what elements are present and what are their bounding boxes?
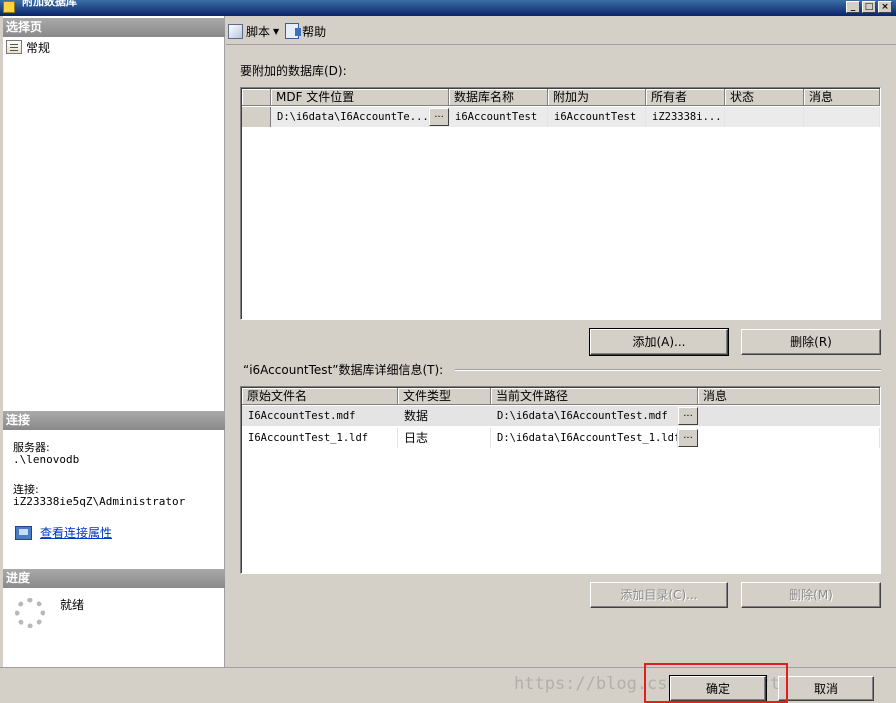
remove-database-button[interactable]: 删除(R): [741, 329, 881, 355]
add-database-button[interactable]: 添加(A)...: [589, 328, 729, 356]
message-cell: [804, 107, 880, 127]
connection-properties-icon: [15, 525, 32, 540]
column-header-message[interactable]: 消息: [698, 388, 880, 405]
column-header-attach-as[interactable]: 附加为: [548, 89, 646, 106]
help-icon: [285, 23, 302, 39]
app-icon: [3, 1, 15, 13]
browse-file-path-button[interactable]: ...: [678, 407, 698, 425]
browse-file-path-button[interactable]: ...: [678, 429, 698, 447]
page-icon: [6, 40, 22, 54]
column-header-message[interactable]: 消息: [804, 89, 880, 106]
original-file-name-cell[interactable]: I6AccountTest_1.ldf: [242, 428, 398, 448]
status-cell: [725, 107, 804, 127]
message-cell: [698, 428, 880, 448]
column-header-database-name[interactable]: 数据库名称: [449, 89, 548, 106]
column-header-current-file-path[interactable]: 当前文件路径: [491, 388, 698, 405]
progress-spinner-icon: [15, 598, 45, 628]
nav-item-label: 常规: [26, 40, 51, 55]
current-file-path-cell[interactable]: D:\i6data\I6AccountTest.mdf: [491, 406, 678, 426]
connection-value: iZ23338ie5qZ\Administrator: [13, 495, 186, 508]
details-group-line: [455, 369, 881, 370]
message-cell: [698, 406, 880, 426]
database-details-grid: 原始文件名 文件类型 当前文件路径 消息 I6AccountTest.mdf 数…: [240, 386, 881, 574]
progress-header: 进度: [3, 569, 225, 588]
table-row[interactable]: I6AccountTest_1.ldf 日志 D:\i6data\I6Accou…: [242, 428, 880, 448]
title-bar: 附加数据库 _ □ ×: [0, 0, 896, 16]
script-icon: [228, 23, 243, 39]
current-file-path-cell[interactable]: D:\i6data\I6AccountTest_1.ldf: [491, 428, 678, 448]
attach-databases-label: 要附加的数据库(D):: [240, 64, 347, 78]
table-row[interactable]: D:\i6data\I6AccountTe... ... i6AccountTe…: [242, 107, 880, 127]
column-header-original-file-name[interactable]: 原始文件名: [242, 388, 398, 405]
column-header-file-type[interactable]: 文件类型: [398, 388, 491, 405]
toolbar: 脚本 ▼ 帮助: [228, 18, 326, 44]
ok-button-highlight: [644, 663, 788, 703]
script-label: 脚本: [246, 24, 271, 39]
help-label: 帮助: [302, 24, 327, 39]
mdf-location-cell[interactable]: D:\i6data\I6AccountTe...: [271, 107, 429, 127]
nav-item-general[interactable]: 常规: [6, 38, 50, 56]
column-header-owner[interactable]: 所有者: [646, 89, 725, 106]
column-header-mdf-location[interactable]: MDF 文件位置: [271, 89, 449, 106]
progress-status: 就绪: [60, 598, 85, 612]
grid-corner-header: [242, 89, 271, 106]
view-connection-properties-link[interactable]: 查看连接属性: [40, 524, 112, 541]
table-row[interactable]: I6AccountTest.mdf 数据 D:\i6data\I6Account…: [242, 406, 880, 426]
column-header-status[interactable]: 状态: [725, 89, 804, 106]
server-value: .\lenovodb: [13, 453, 80, 466]
window-controls: _ □ ×: [846, 1, 892, 13]
cancel-button[interactable]: 取消: [778, 676, 874, 701]
owner-cell[interactable]: iZ23338i...: [646, 107, 725, 127]
toolbar-separator: [226, 44, 896, 45]
left-panel: 选择页 常规 连接 服务器: .\lenovodb 连接: iZ23338ie5…: [3, 16, 225, 667]
attach-as-cell[interactable]: i6AccountTest: [548, 107, 646, 127]
row-selector[interactable]: [242, 107, 271, 127]
file-type-cell[interactable]: 日志: [398, 428, 491, 448]
chevron-down-icon[interactable]: ▼: [273, 27, 279, 36]
database-name-cell[interactable]: i6AccountTest: [449, 107, 548, 127]
view-connection-properties[interactable]: 查看连接属性: [15, 524, 112, 541]
maximize-button[interactable]: □: [862, 1, 876, 13]
close-button[interactable]: ×: [878, 1, 892, 13]
script-button[interactable]: 脚本 ▼: [228, 23, 279, 40]
remove-file-button[interactable]: 删除(M): [741, 582, 881, 608]
database-details-label: “i6AccountTest”数据库详细信息(T):: [243, 363, 444, 377]
select-page-header: 选择页: [3, 18, 225, 37]
window-title: 附加数据库: [22, 0, 77, 8]
help-button[interactable]: 帮助: [285, 23, 326, 40]
browse-mdf-button[interactable]: ...: [429, 108, 449, 126]
connection-header: 连接: [3, 411, 225, 430]
file-type-cell[interactable]: 数据: [398, 406, 491, 426]
minimize-button[interactable]: _: [846, 1, 860, 13]
attach-databases-grid: MDF 文件位置 数据库名称 附加为 所有者 状态 消息 D:\i6data\I…: [240, 87, 881, 320]
original-file-name-cell[interactable]: I6AccountTest.mdf: [242, 406, 398, 426]
add-catalog-button[interactable]: 添加目录(C)...: [590, 582, 728, 608]
